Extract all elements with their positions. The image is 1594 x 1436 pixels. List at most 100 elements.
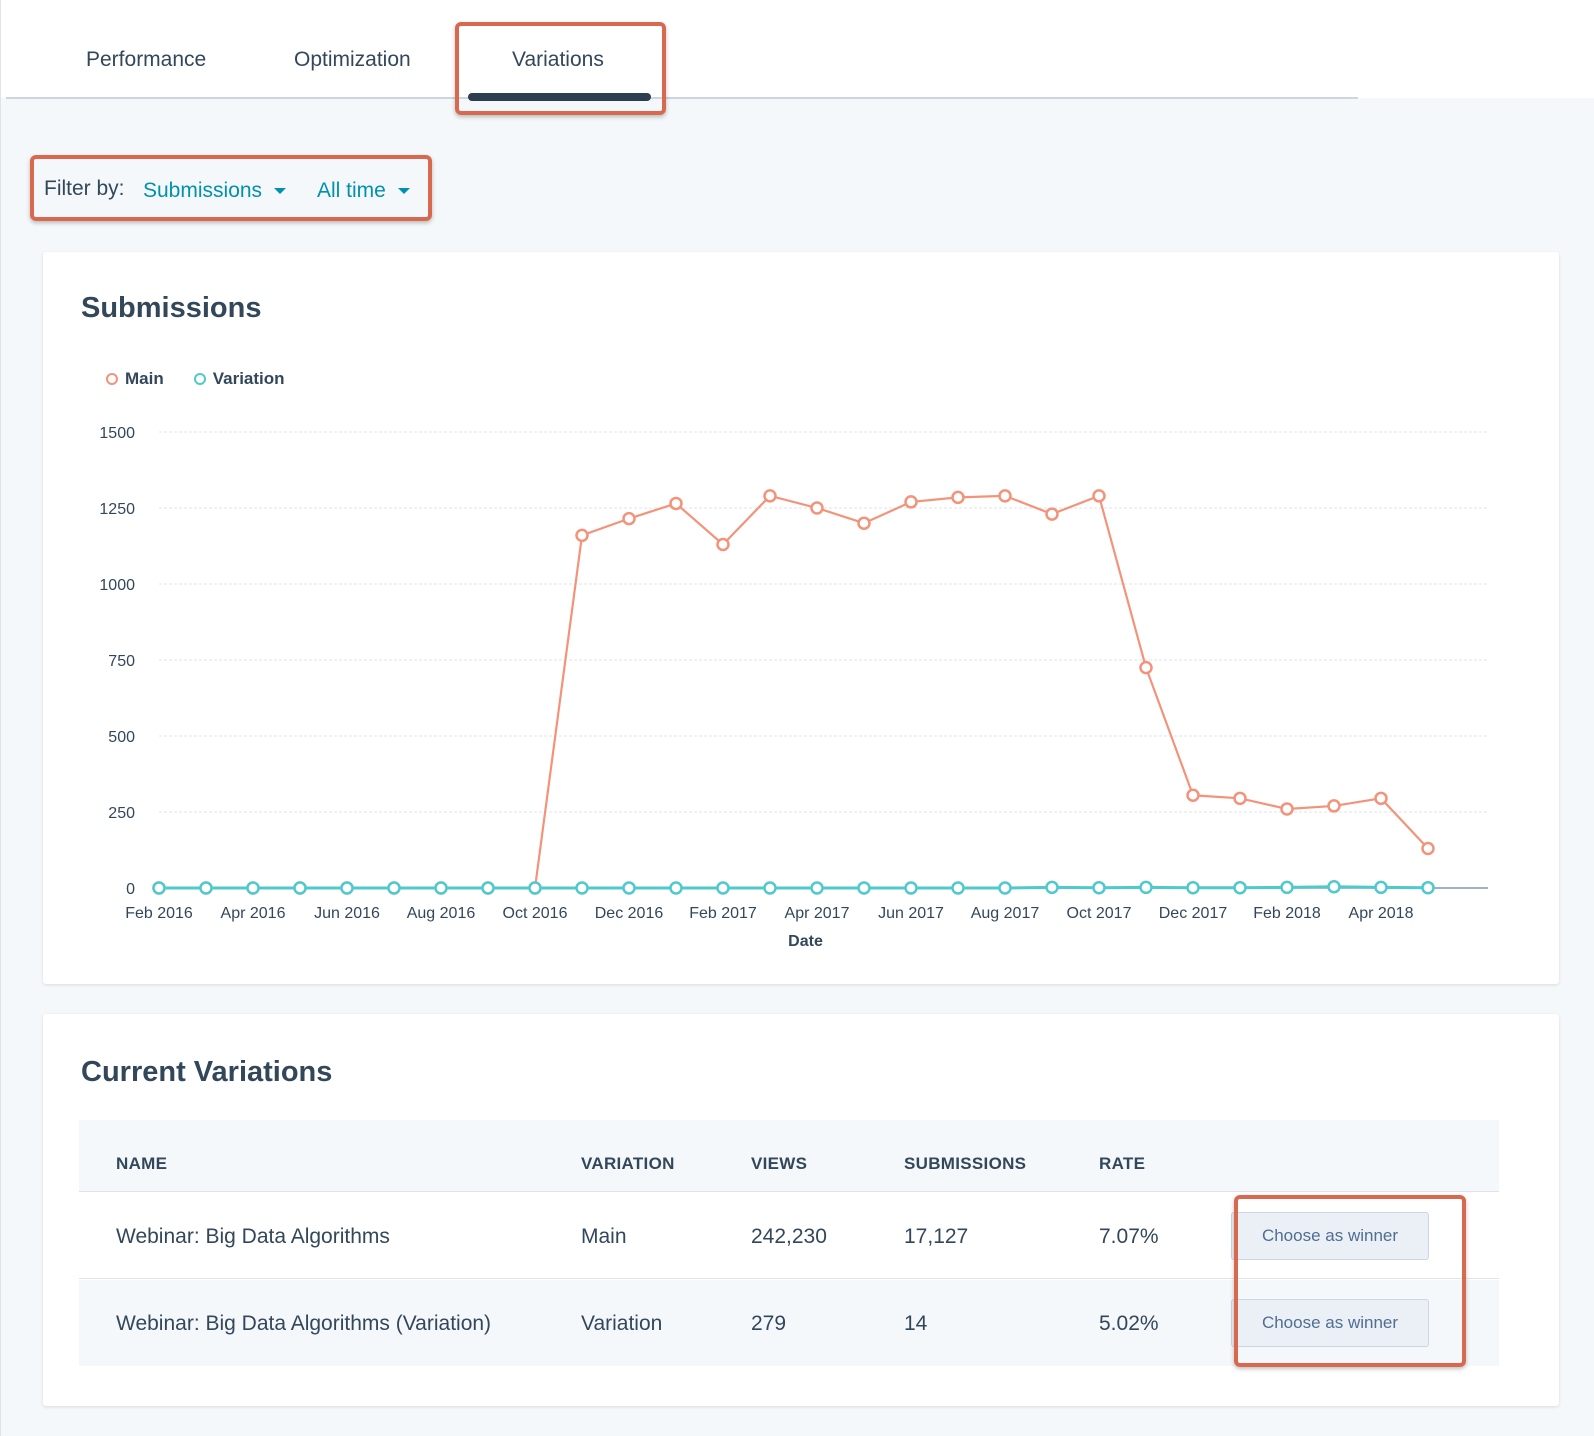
cell-views: 242,230 (751, 1225, 827, 1248)
data-point-main (575, 528, 589, 543)
col-header-views[interactable]: VIEWS (751, 1154, 807, 1174)
data-point-variation (575, 881, 589, 895)
variations-title: Current Variations (81, 1056, 333, 1088)
data-point-main (951, 490, 965, 505)
cell-submissions: 14 (904, 1312, 928, 1335)
data-point-variation (1139, 880, 1153, 895)
data-point-variation (669, 881, 683, 895)
data-point-main (1327, 799, 1341, 813)
y-tick-label: 0 (126, 881, 135, 898)
data-point-variation (528, 881, 542, 895)
data-point-variation (387, 881, 401, 895)
data-point-main (857, 516, 871, 530)
data-point-main (622, 511, 636, 526)
data-point-variation (716, 881, 730, 895)
col-header-variation[interactable]: VARIATION (581, 1154, 675, 1174)
x-tick-label: Oct 2016 (503, 905, 568, 922)
data-point-main (1421, 841, 1435, 856)
cell-variation: Main (581, 1225, 627, 1248)
variations-card: Current Variations NAME VARIATION VIEWS … (43, 1014, 1559, 1406)
x-tick-label: Apr 2018 (1349, 905, 1414, 922)
cell-views: 279 (751, 1312, 787, 1335)
data-point-main (1092, 489, 1106, 503)
data-point-variation (481, 881, 495, 895)
x-tick-label: Feb 2018 (1253, 905, 1321, 922)
chart-card: Submissions Main Variation 0 250 500 750 100… (43, 252, 1559, 984)
data-point-variation (1327, 880, 1341, 894)
data-point-variation (152, 881, 166, 895)
data-point-variation (1092, 880, 1106, 895)
caret-down-icon (397, 188, 410, 194)
data-point-variation (1045, 880, 1059, 895)
cell-submissions: 17,127 (904, 1225, 969, 1248)
table-header: NAME VARIATION VIEWS SUBMISSIONS RATE (79, 1120, 1499, 1192)
cell-name[interactable]: Webinar: Big Data Algorithms (Variation) (116, 1312, 491, 1336)
date-range-dropdown-value: All time (317, 179, 386, 202)
data-point-main (1139, 660, 1153, 675)
tabs-divider (6, 97, 1358, 99)
data-point-main (904, 495, 918, 509)
x-tick-label: Jun 2017 (878, 905, 944, 922)
x-tick-label: Dec 2017 (1159, 905, 1228, 922)
cell-name[interactable]: Webinar: Big Data Algorithms (116, 1225, 390, 1249)
tab-performance[interactable]: Performance (86, 48, 206, 72)
col-header-submissions[interactable]: SUBMISSIONS (904, 1154, 1026, 1174)
data-point-variation (1280, 880, 1294, 895)
data-point-variation (246, 881, 260, 895)
data-point-variation (434, 881, 448, 895)
data-point-main (1233, 791, 1247, 806)
cell-rate: 7.07% (1099, 1225, 1159, 1248)
x-tick-label: Feb 2017 (689, 905, 757, 922)
metric-dropdown[interactable]: Submissions (143, 179, 287, 203)
data-point-main (1280, 802, 1294, 816)
data-point-variation (340, 881, 354, 895)
left-border (0, 0, 1, 1436)
data-point-main (1045, 507, 1059, 521)
data-point-variation (857, 881, 871, 895)
caret-down-icon (274, 188, 287, 194)
x-axis-label: Date (788, 933, 823, 950)
table-row: Webinar: Big Data Algorithms Main 242,23… (79, 1193, 1499, 1279)
data-point-variation (1374, 880, 1388, 895)
metric-dropdown-value: Submissions (143, 179, 263, 202)
y-tick-label: 750 (108, 653, 135, 670)
date-range-dropdown[interactable]: All time (317, 179, 410, 203)
data-point-variation (904, 881, 918, 895)
tabs-header (0, 0, 1594, 98)
y-tick-label: 500 (108, 729, 135, 746)
data-point-main (669, 496, 683, 511)
tab-variations[interactable]: Variations (512, 48, 604, 72)
data-point-variation (998, 881, 1012, 895)
col-header-rate[interactable]: RATE (1099, 1154, 1145, 1174)
tab-active-indicator (468, 93, 651, 101)
data-point-main (1374, 791, 1388, 806)
data-point-main (998, 489, 1012, 503)
tab-optimization[interactable]: Optimization (294, 48, 411, 72)
data-point-main (716, 537, 730, 552)
choose-winner-button-variation[interactable]: Choose as winner (1231, 1299, 1429, 1347)
x-tick-label: Dec 2016 (595, 905, 664, 922)
y-tick-label: 1500 (99, 425, 135, 442)
x-tick-label: Aug 2017 (971, 905, 1040, 922)
x-tick-label: Oct 2017 (1067, 905, 1132, 922)
y-tick-label: 250 (108, 805, 135, 822)
data-point-variation (622, 881, 636, 895)
data-point-variation (1421, 880, 1435, 895)
cell-variation: Variation (581, 1312, 663, 1335)
data-point-variation (1233, 880, 1247, 895)
data-point-main (1186, 788, 1200, 803)
filter-label: Filter by: (44, 177, 125, 200)
data-point-variation (1186, 880, 1200, 895)
series-line-main (159, 494, 1429, 890)
x-tick-label: Apr 2017 (785, 905, 850, 922)
y-tick-label: 1250 (99, 501, 135, 518)
choose-winner-button-main[interactable]: Choose as winner (1231, 1212, 1429, 1260)
data-point-variation (293, 881, 307, 895)
submissions-line-chart: 0 250 500 750 1000 1250 1500 Feb 2016 Apr 2016 Ju… (99, 425, 1488, 950)
x-tick-label: Feb 2016 (125, 905, 193, 922)
data-point-variation (951, 881, 965, 895)
data-point-variation (810, 881, 824, 895)
data-point-variation (199, 881, 213, 895)
data-point-variation (763, 881, 777, 895)
col-header-name[interactable]: NAME (116, 1154, 167, 1174)
